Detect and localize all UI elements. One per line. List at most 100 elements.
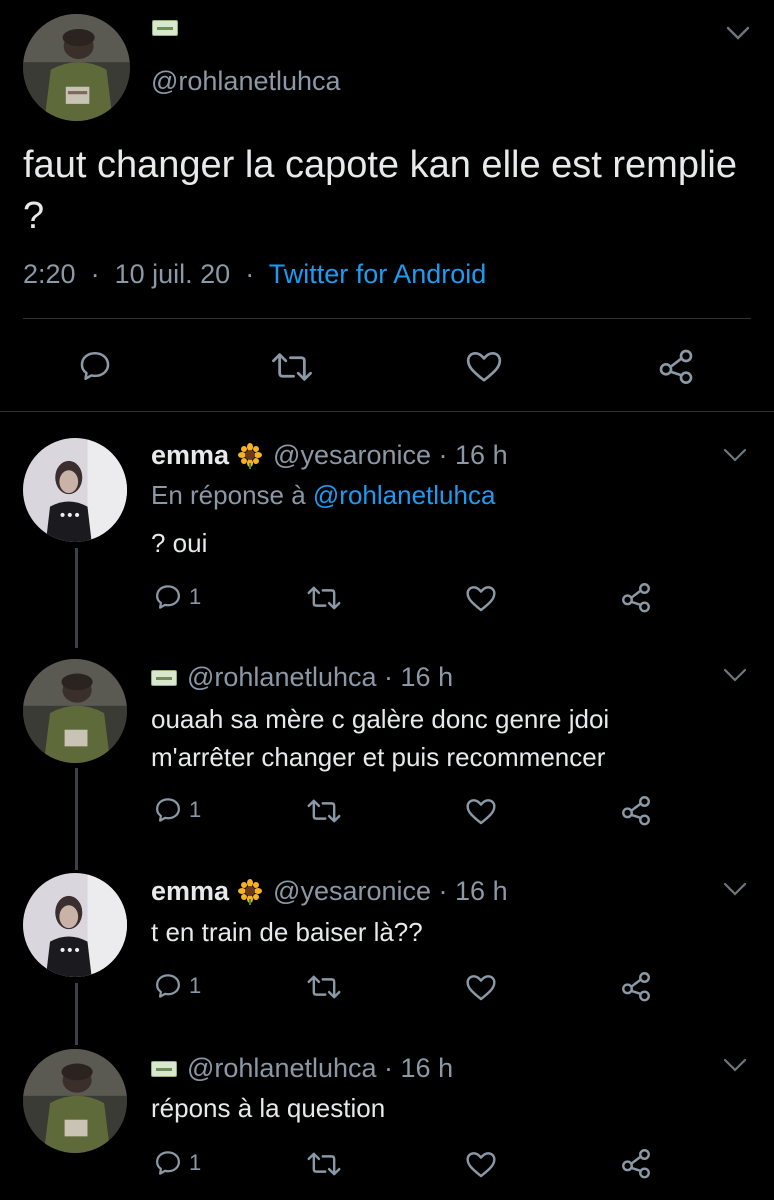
avatar-photo — [23, 438, 127, 542]
share-icon — [622, 972, 650, 1002]
sunflower-icon — [237, 442, 263, 469]
retweet-icon — [272, 353, 312, 381]
emoji-badge-icon — [151, 1060, 177, 1077]
retweet-button[interactable] — [270, 350, 314, 384]
heart-icon — [466, 799, 496, 825]
reply-header: @rohlanetluhca · 16 h — [151, 662, 453, 693]
retweet-icon — [307, 799, 341, 823]
mention-link[interactable]: @rohlanetluhca — [313, 480, 496, 510]
retweet-button[interactable] — [306, 1150, 342, 1178]
reply-count: 1 — [189, 584, 202, 609]
retweet-button[interactable] — [306, 584, 342, 612]
meta-separator: · — [376, 1053, 401, 1083]
heart-icon — [466, 975, 496, 1001]
reply-time: 16 h — [455, 876, 508, 906]
share-button[interactable] — [619, 793, 653, 827]
divider — [0, 411, 774, 412]
avatar-photo — [23, 873, 127, 977]
reply-avatar[interactable] — [23, 438, 127, 542]
reply-author-handle[interactable]: @rohlanetluhca — [187, 1053, 377, 1084]
retweet-button[interactable] — [306, 973, 342, 1001]
tweet-text: faut changer la capote kan elle est remp… — [23, 144, 737, 237]
reply-count: 1 — [189, 1150, 202, 1175]
tweet-source-link[interactable]: Twitter for Android — [269, 259, 487, 289]
like-button[interactable] — [465, 972, 497, 1002]
like-button[interactable] — [465, 1149, 497, 1179]
meta-separator: · — [431, 876, 456, 906]
reply-author-handle[interactable]: @yesaronice — [273, 876, 431, 907]
share-icon — [659, 349, 693, 384]
reply-icon — [156, 1151, 180, 1175]
heart-icon — [466, 586, 496, 612]
chevron-down-icon[interactable] — [722, 1056, 748, 1074]
chevron-down-icon[interactable] — [722, 880, 748, 898]
heart-icon — [466, 1152, 496, 1178]
reply-header: emma @yesaronice · 16 h — [151, 440, 508, 471]
emoji-badge-icon — [152, 20, 178, 36]
like-button[interactable] — [465, 796, 497, 826]
meta-separator: · — [431, 440, 456, 470]
reply-button[interactable]: 1 — [153, 582, 201, 612]
reply-time: 16 h — [400, 1053, 454, 1083]
thread-line — [75, 548, 78, 648]
retweet-icon — [307, 1152, 341, 1176]
avatar-photo — [23, 1049, 127, 1153]
thread-line — [75, 983, 78, 1045]
share-icon — [622, 1149, 650, 1179]
share-icon — [622, 796, 650, 826]
reply-count: 1 — [189, 797, 202, 822]
divider — [23, 318, 751, 319]
reply-author-handle[interactable]: @yesaronice — [273, 440, 431, 471]
reply-avatar[interactable] — [23, 1049, 127, 1153]
tweet-time: 2:20 — [23, 259, 76, 289]
reply-button[interactable] — [77, 348, 113, 384]
meta-separator: · — [237, 259, 262, 289]
avatar-photo — [23, 14, 130, 121]
share-button[interactable] — [619, 580, 653, 614]
tweet-date: 10 juil. 20 — [114, 259, 231, 289]
tweet-meta: 2:20 · 10 juil. 20 · Twitter for Android — [23, 259, 486, 290]
chevron-down-icon[interactable] — [725, 24, 751, 42]
reply-count: 1 — [189, 973, 202, 998]
reply-header: @rohlanetluhca · 16 h — [151, 1053, 453, 1084]
reply-author-name[interactable]: emma — [151, 440, 229, 471]
reply-text: répons à la question — [151, 1093, 386, 1123]
share-button[interactable] — [619, 1146, 653, 1180]
retweet-icon — [307, 586, 341, 610]
reply-icon — [80, 351, 110, 381]
reply-time: 16 h — [455, 440, 508, 470]
reply-time: 16 h — [400, 662, 454, 692]
reply-author-handle[interactable]: @rohlanetluhca — [187, 662, 377, 693]
reply-button[interactable]: 1 — [153, 971, 201, 1001]
share-icon — [622, 583, 650, 613]
reply-text: ? oui — [151, 528, 208, 558]
reply-icon — [156, 974, 180, 998]
sunflower-icon — [237, 878, 263, 905]
retweet-icon — [307, 975, 341, 999]
reply-author-name[interactable]: emma — [151, 876, 229, 907]
chevron-down-icon[interactable] — [722, 446, 748, 464]
like-button[interactable] — [465, 583, 497, 613]
chevron-down-icon[interactable] — [722, 666, 748, 684]
retweet-button[interactable] — [306, 797, 342, 825]
reply-text: ouaah sa mère c galère donc genre jdoi m… — [151, 704, 610, 772]
reply-avatar[interactable] — [23, 659, 127, 763]
thread-line — [75, 768, 78, 870]
reply-icon — [156, 585, 180, 609]
reply-header: emma @yesaronice · 16 h — [151, 876, 508, 907]
meta-separator: · — [83, 259, 108, 289]
like-button[interactable] — [465, 348, 503, 384]
replying-to: En réponse à @rohlanetluhca — [151, 480, 495, 511]
heart-icon — [466, 351, 502, 382]
author-handle[interactable]: @rohlanetluhca — [151, 66, 341, 97]
emoji-badge-icon — [151, 669, 177, 686]
share-button[interactable] — [619, 969, 653, 1003]
replying-to-label: En réponse à — [151, 480, 306, 510]
author-avatar[interactable] — [23, 14, 130, 121]
meta-separator: · — [376, 662, 401, 692]
reply-avatar[interactable] — [23, 873, 127, 977]
share-button[interactable] — [656, 346, 696, 386]
reply-button[interactable]: 1 — [153, 1148, 201, 1178]
reply-icon — [156, 798, 180, 822]
reply-button[interactable]: 1 — [153, 795, 201, 825]
